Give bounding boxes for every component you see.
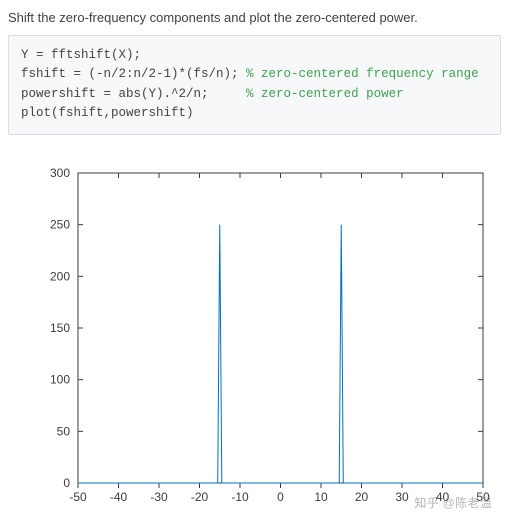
svg-text:40: 40 <box>436 490 450 504</box>
svg-text:200: 200 <box>50 269 70 283</box>
svg-text:300: 300 <box>50 166 70 180</box>
svg-text:10: 10 <box>314 490 328 504</box>
svg-text:-10: -10 <box>231 490 249 504</box>
svg-text:-30: -30 <box>150 490 168 504</box>
svg-text:30: 30 <box>395 490 409 504</box>
svg-text:50: 50 <box>57 424 71 438</box>
svg-text:0: 0 <box>277 490 284 504</box>
svg-text:0: 0 <box>63 476 70 490</box>
svg-text:150: 150 <box>50 321 70 335</box>
description-text: Shift the zero-frequency components and … <box>8 10 501 25</box>
svg-text:250: 250 <box>50 217 70 231</box>
code-block: Y = fftshift(X);fshift = (-n/2:n/2-1)*(f… <box>8 35 501 135</box>
chart-svg: -50 -40 -30 -20 -10 0 10 20 30 40 50 0 50 100 150 200 25… <box>8 163 498 513</box>
svg-text:100: 100 <box>50 372 70 386</box>
svg-text:-50: -50 <box>69 490 87 504</box>
svg-text:-20: -20 <box>191 490 209 504</box>
svg-text:50: 50 <box>476 490 490 504</box>
power-spectrum-chart: -50 -40 -30 -20 -10 0 10 20 30 40 50 0 50 100 150 200 25… <box>8 163 498 513</box>
svg-text:-40: -40 <box>110 490 128 504</box>
svg-text:20: 20 <box>355 490 369 504</box>
